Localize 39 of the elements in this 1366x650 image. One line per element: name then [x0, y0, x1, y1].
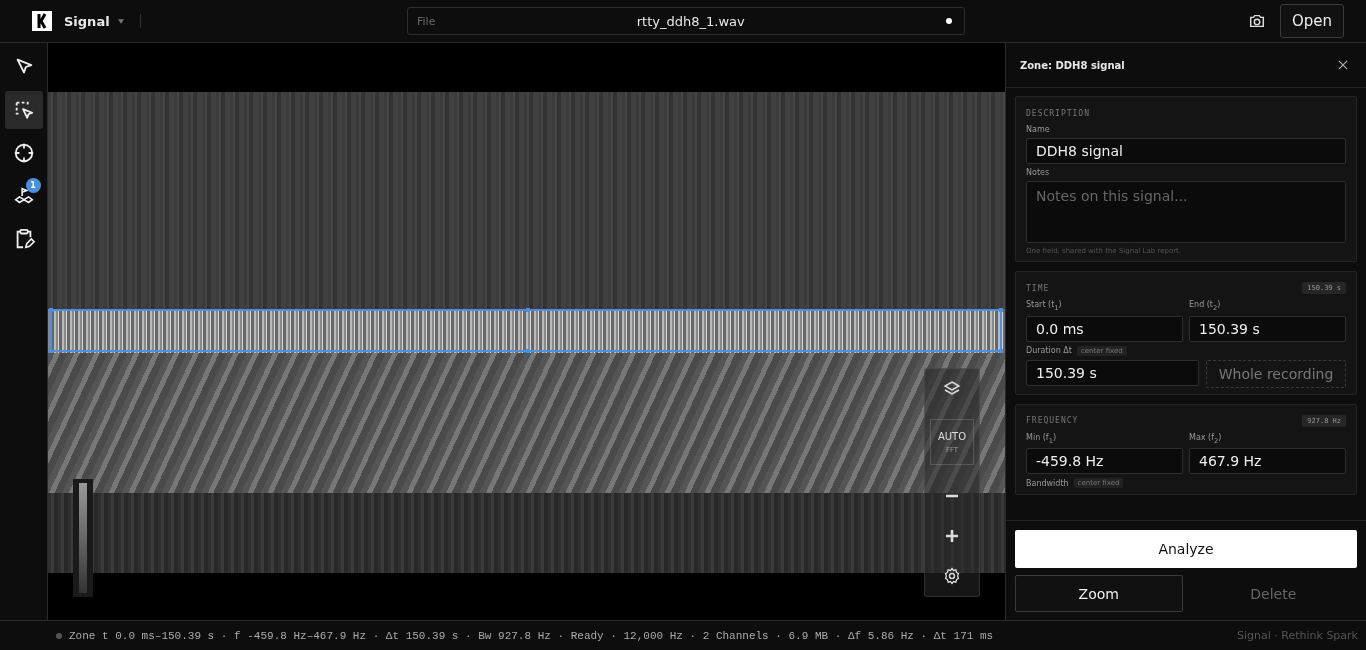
section-heading: DESCRIPTION	[1026, 108, 1090, 118]
status-dot	[56, 632, 62, 639]
selection-rectangle[interactable]	[50, 309, 1002, 352]
start-input[interactable]: 0.0 ms	[1026, 315, 1183, 342]
field-label: Min (f$_{1}$)	[1026, 432, 1058, 445]
action-button[interactable]: Zoom	[1015, 575, 1183, 612]
whole-recording-button[interactable]: Whole recording	[1206, 359, 1346, 388]
min-input[interactable]: -459.8 Hz	[1026, 448, 1183, 475]
duration-input[interactable]: 150.39 s	[1026, 359, 1199, 386]
box-select-tool[interactable]	[4, 91, 43, 129]
panel-title: Zone: DDH8 signal	[1020, 59, 1125, 71]
open-button[interactable]: Open	[1279, 4, 1344, 38]
field-label: Notes	[1026, 168, 1051, 177]
end-input[interactable]: 150.39 s	[1189, 315, 1346, 342]
file-name: rtty_ddh8_1.wav	[635, 13, 746, 29]
logo-icon	[32, 11, 52, 31]
notes-input[interactable]: Notes on this signal...	[1026, 181, 1346, 243]
camera-icon[interactable]	[1247, 12, 1266, 30]
file-field[interactable]: File rtty_ddh8_1.wav	[407, 7, 965, 35]
max-input[interactable]: 467.9 Hz	[1189, 448, 1346, 475]
field-label: Start (t$_{1}$)	[1026, 300, 1063, 312]
caret-icon[interactable]	[117, 18, 124, 24]
name-input[interactable]: DDH8 signal	[1026, 138, 1346, 164]
app-name[interactable]: Signal	[64, 13, 110, 29]
credit-text: Signal · Rethink Spark	[1237, 629, 1358, 642]
field-label: Max (f$_{2}$)	[1189, 432, 1223, 445]
status-text: Zone t 0.0 ms–150.39 s · f -459.8 Hz–467.9 Hz · Δt 150.39 s · Bw 927.8 Hz · Ready · 12,000 Hz · 2 Channels · 6.9 MB · Δf 5.86 Hz · Δt 171 ms	[69, 629, 994, 642]
file-label: File	[417, 14, 436, 28]
field-label: Duration Δt	[1026, 346, 1072, 356]
settings-icon[interactable]	[942, 566, 962, 586]
field-label: Name	[1026, 125, 1051, 134]
field-label: End (t$_{2}$)	[1189, 300, 1222, 312]
count-badge: 1	[25, 178, 41, 193]
section-heading: TIME	[1026, 283, 1050, 293]
close-icon[interactable]	[1338, 60, 1348, 70]
field-label: Bandwidth	[1026, 478, 1069, 488]
action-button[interactable]: Analyze	[1015, 530, 1357, 568]
section-heading: FREQUENCY	[1026, 416, 1079, 426]
crosshair-icon[interactable]	[12, 142, 35, 164]
